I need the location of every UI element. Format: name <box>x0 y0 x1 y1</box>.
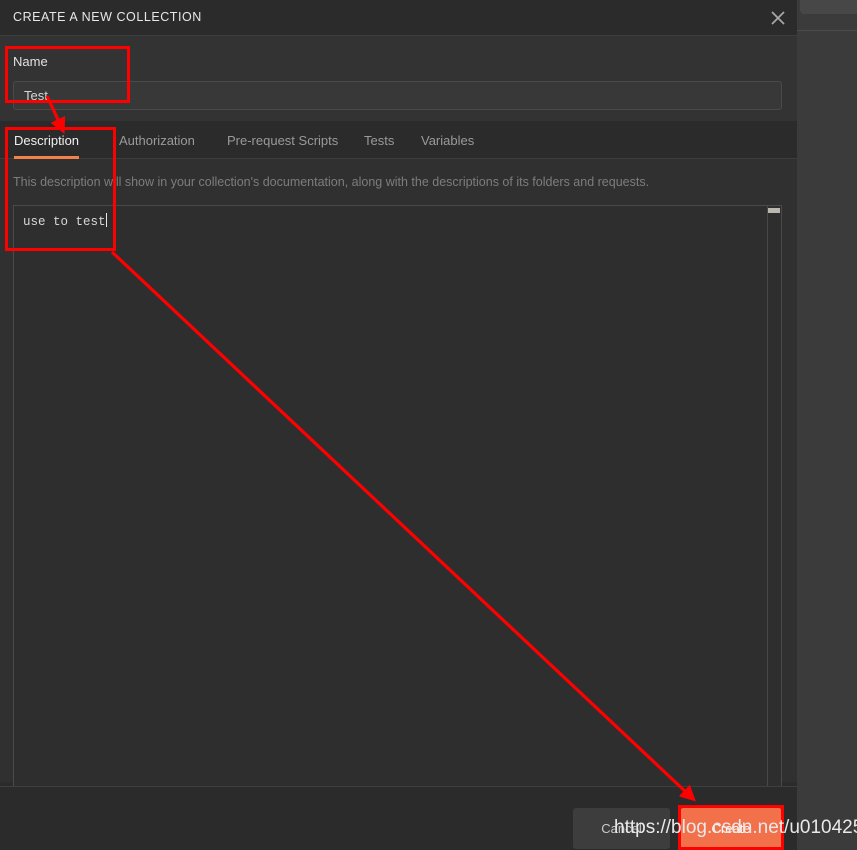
description-panel: This description will show in your colle… <box>0 159 797 850</box>
create-collection-modal: CREATE A NEW COLLECTION Name Description… <box>0 0 797 850</box>
create-button[interactable]: Create <box>680 808 782 849</box>
text-caret <box>105 213 107 227</box>
screen: CREATE A NEW COLLECTION Name Description… <box>0 0 857 850</box>
description-editor-text: use to test <box>23 213 107 229</box>
tab-authorization[interactable]: Authorization <box>119 121 195 159</box>
collection-name-input[interactable] <box>13 81 782 110</box>
description-scrollbar[interactable] <box>767 206 781 850</box>
tab-description[interactable]: Description <box>14 121 80 159</box>
close-icon[interactable] <box>768 8 788 28</box>
description-help-text: This description will show in your colle… <box>13 175 650 189</box>
modal-title: CREATE A NEW COLLECTION <box>13 10 202 24</box>
modal-header: CREATE A NEW COLLECTION <box>0 0 797 35</box>
name-label: Name <box>13 54 48 69</box>
description-editor[interactable]: use to test <box>13 205 782 850</box>
background-app-divider <box>797 30 857 31</box>
description-value: use to test <box>23 215 106 229</box>
description-scrollbar-thumb[interactable] <box>768 208 780 213</box>
name-section: Name <box>0 35 797 121</box>
background-app-strip <box>797 0 857 850</box>
background-app-pill <box>800 0 857 14</box>
modal-footer: Cancel Create <box>0 786 797 850</box>
tab-variables[interactable]: Variables <box>421 121 474 159</box>
tab-tests[interactable]: Tests <box>364 121 394 159</box>
tab-pre-request-scripts[interactable]: Pre-request Scripts <box>227 121 338 159</box>
tab-bar: Description Authorization Pre-request Sc… <box>0 121 797 159</box>
cancel-button[interactable]: Cancel <box>573 808 670 849</box>
